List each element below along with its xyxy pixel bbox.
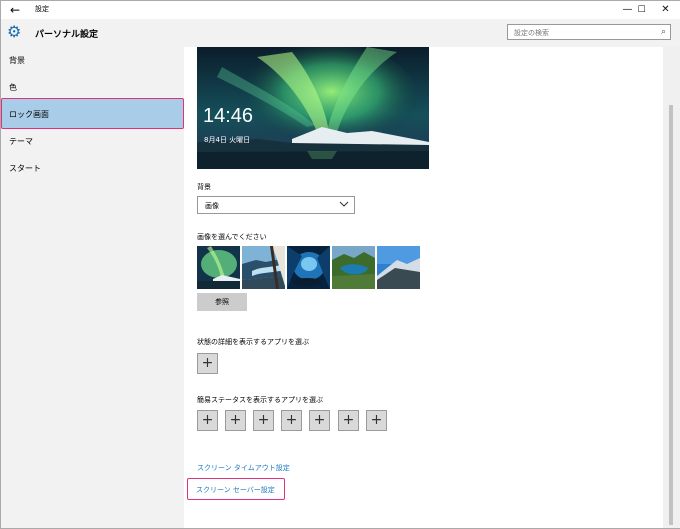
background-dropdown[interactable]: 画像 — [197, 196, 355, 214]
sidebar-item-lock-screen[interactable]: ロック画面 — [1, 98, 184, 129]
image-thumbnail-canyon[interactable] — [242, 246, 285, 289]
close-button[interactable]: ✕ — [651, 1, 680, 19]
browse-button[interactable]: 参照 — [197, 293, 247, 311]
back-arrow-icon[interactable]: ← — [7, 3, 23, 17]
sidebar-item-label: テーマ — [9, 137, 33, 146]
sidebar-item-background[interactable]: 背景 — [1, 47, 184, 74]
background-label: 背景 — [197, 183, 211, 191]
detailed-status-label: 状態の詳細を表示するアプリを選ぶ — [197, 338, 309, 346]
header-bar: ⚙ パーソナル設定 設定の検索 ⌕ — [1, 19, 680, 47]
add-quick-status-app-button[interactable]: + — [338, 410, 359, 431]
choose-image-label: 画像を選んでください — [197, 233, 267, 241]
quick-status-label: 簡易ステータスを表示するアプリを選ぶ — [197, 396, 323, 404]
preview-date: 8月4日 火曜日 — [204, 136, 251, 144]
background-dropdown-value: 画像 — [205, 202, 219, 210]
search-icon[interactable]: ⌕ — [661, 27, 666, 37]
image-thumbnail-aurora[interactable] — [197, 246, 240, 289]
add-quick-status-app-button[interactable]: + — [197, 410, 218, 431]
scrollbar-thumb[interactable] — [669, 105, 673, 525]
settings-window: ← 設定 — ☐ ✕ ⚙ パーソナル設定 設定の検索 ⌕ 背景 色 ロック画面 … — [0, 0, 680, 529]
sidebar-item-label: 色 — [9, 83, 17, 92]
gear-icon: ⚙ — [7, 22, 22, 41]
image-thumbnail-mountain[interactable] — [377, 246, 420, 289]
image-thumbnail-lake[interactable] — [332, 246, 375, 289]
preview-time: 14:46 — [203, 105, 254, 127]
add-quick-status-app-button[interactable]: + — [309, 410, 330, 431]
add-quick-status-app-button[interactable]: + — [225, 410, 246, 431]
image-thumbnail-ice-cave[interactable] — [287, 246, 330, 289]
sidebar-item-label: ロック画面 — [9, 110, 49, 119]
page-title: パーソナル設定 — [35, 30, 99, 40]
screensaver-link[interactable]: スクリーン セーバー設定 — [196, 485, 275, 495]
sidebar-item-color[interactable]: 色 — [1, 74, 184, 101]
sidebar-item-label: 背景 — [9, 56, 25, 65]
app-title: 設定 — [35, 5, 49, 13]
add-detailed-status-app-button[interactable]: + — [197, 353, 218, 374]
add-quick-status-app-button[interactable]: + — [366, 410, 387, 431]
sidebar-item-label: スタート — [9, 164, 41, 173]
lock-screen-preview: 14:46 8月4日 火曜日 — [197, 47, 429, 169]
scrollbar[interactable] — [663, 47, 680, 528]
sidebar-item-theme[interactable]: テーマ — [1, 128, 184, 155]
add-quick-status-app-button[interactable]: + — [281, 410, 302, 431]
search-input[interactable]: 設定の検索 ⌕ — [507, 24, 671, 40]
title-bar: ← 設定 — ☐ ✕ — [1, 1, 680, 19]
sidebar-item-start[interactable]: スタート — [1, 155, 184, 182]
sidebar: 背景 色 ロック画面 テーマ スタート — [1, 47, 184, 528]
chevron-down-icon — [339, 199, 349, 211]
add-quick-status-app-button[interactable]: + — [253, 410, 274, 431]
screen-timeout-link[interactable]: スクリーン タイムアウト設定 — [197, 463, 290, 473]
main-content: 14:46 8月4日 火曜日 背景 画像 画像を選んでください 参照 状態の詳細… — [184, 47, 663, 528]
search-placeholder: 設定の検索 — [514, 29, 549, 37]
